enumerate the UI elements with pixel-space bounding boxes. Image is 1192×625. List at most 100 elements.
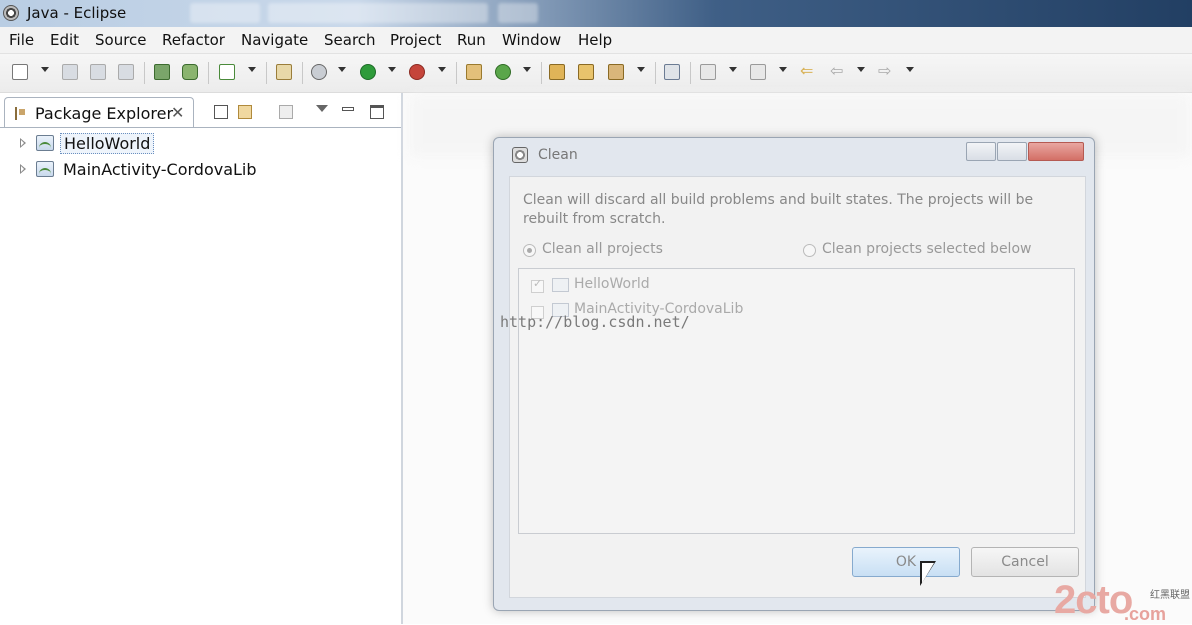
annotation-icon[interactable]: [664, 64, 680, 80]
toolbar-separator: [655, 62, 656, 84]
mouse-cursor-fill: [922, 563, 934, 583]
dialog-description: Clean will discard all build problems an…: [523, 192, 1034, 227]
toolbar-separator: [690, 62, 691, 84]
print-icon[interactable]: [118, 64, 134, 80]
dialog-title: Clean: [538, 147, 578, 163]
task-icon[interactable]: [219, 64, 235, 80]
view-menu-icon[interactable]: [316, 105, 328, 112]
close-icon[interactable]: ✕: [171, 103, 184, 122]
save-icon[interactable]: [62, 64, 78, 80]
radio-clean-all-label[interactable]: Clean all projects: [542, 241, 663, 257]
radio-clean-all[interactable]: [523, 244, 536, 257]
eclipse-icon: [512, 147, 528, 163]
open-folder-icon[interactable]: [549, 64, 565, 80]
menu-project[interactable]: Project: [390, 31, 441, 49]
forward-icon[interactable]: ⇨: [878, 63, 894, 80]
menu-help[interactable]: Help: [578, 31, 612, 49]
menu-run[interactable]: Run: [457, 31, 486, 49]
open-type-icon[interactable]: [276, 64, 292, 80]
toolbar-separator: [208, 62, 209, 84]
refresh-dropdown-icon[interactable]: [523, 67, 531, 72]
menu-edit[interactable]: Edit: [50, 31, 79, 49]
project-checkbox[interactable]: [531, 277, 544, 293]
menu-window[interactable]: Window: [502, 31, 561, 49]
debug-icon[interactable]: [311, 64, 327, 80]
expand-icon[interactable]: [20, 138, 26, 148]
maximize-button[interactable]: [997, 142, 1027, 161]
toolbar-separator: [541, 62, 542, 84]
tree-item-helloworld[interactable]: HelloWorld: [0, 132, 380, 156]
expand-icon[interactable]: [20, 164, 26, 174]
menu-search[interactable]: Search: [324, 31, 376, 49]
project-list[interactable]: HelloWorld MainActivity-CordovaLib: [518, 268, 1075, 534]
back-dropdown-icon[interactable]: [857, 67, 865, 72]
next-annotation-icon[interactable]: [700, 64, 716, 80]
next-annotation-dropdown-icon[interactable]: [729, 67, 737, 72]
back-icon[interactable]: ⇦: [830, 63, 846, 80]
project-icon: [552, 278, 569, 292]
toolbar-separator: [302, 62, 303, 84]
link-with-editor-icon[interactable]: [238, 105, 252, 119]
window-title: Java - Eclipse: [27, 4, 127, 22]
pin-icon[interactable]: [608, 64, 624, 80]
window-titlebar: Java - Eclipse: [0, 0, 1192, 27]
brand-logo-cn: 红黑联盟: [1150, 590, 1190, 601]
tree-item-cordovalib[interactable]: MainActivity-CordovaLib: [0, 158, 380, 182]
minimize-icon[interactable]: [342, 107, 354, 111]
toolbar-separator: [266, 62, 267, 84]
forward-dropdown-icon[interactable]: [906, 67, 914, 72]
tab-package-explorer[interactable]: Package Explorer ✕: [4, 97, 194, 128]
prev-annotation-dropdown-icon[interactable]: [779, 67, 787, 72]
run-icon[interactable]: [360, 64, 376, 80]
menu-source[interactable]: Source: [95, 31, 147, 49]
focus-icon[interactable]: [279, 105, 293, 119]
new-dropdown-icon[interactable]: [41, 67, 49, 72]
package-explorer-view: Package Explorer ✕ HelloWorld MainActivi…: [0, 93, 403, 624]
new-icon[interactable]: [12, 64, 28, 80]
toolbar-separator: [144, 62, 145, 84]
open-file-icon[interactable]: [578, 64, 594, 80]
debug-dropdown-icon[interactable]: [338, 67, 346, 72]
tree-item-label: MainActivity-CordovaLib: [63, 160, 257, 179]
brand-logo-text: 2cto: [1054, 578, 1133, 622]
close-button[interactable]: [1028, 142, 1084, 161]
tree-item-label: HelloWorld: [60, 133, 155, 154]
blurred-tab: [498, 3, 538, 23]
prev-annotation-icon[interactable]: [750, 64, 766, 80]
toolbar-separator: [456, 62, 457, 84]
watermark-url: http://blog.csdn.net/: [500, 313, 690, 331]
menu-navigate[interactable]: Navigate: [241, 31, 308, 49]
package-explorer-icon: [15, 107, 25, 120]
menu-refactor[interactable]: Refactor: [162, 31, 225, 49]
collapse-all-icon[interactable]: [214, 105, 228, 119]
pin-dropdown-icon[interactable]: [637, 67, 645, 72]
last-edit-icon[interactable]: ⇐: [800, 63, 816, 80]
maximize-icon[interactable]: [370, 105, 384, 119]
main-toolbar: ⇐ ⇦ ⇨: [0, 54, 1192, 93]
run-dropdown-icon[interactable]: [388, 67, 396, 72]
clean-dialog: Clean Clean will discard all build probl…: [493, 137, 1095, 611]
dialog-body: Clean will discard all build problems an…: [509, 176, 1086, 598]
task-dropdown-icon[interactable]: [248, 67, 256, 72]
menu-file[interactable]: File: [9, 31, 34, 49]
library-project-icon: [36, 161, 54, 177]
new-class-icon[interactable]: [466, 64, 482, 80]
ok-button[interactable]: OK: [852, 547, 960, 577]
external-tools-icon[interactable]: [409, 64, 425, 80]
minimize-button[interactable]: [966, 142, 996, 161]
export-icon[interactable]: [182, 64, 198, 80]
import-icon[interactable]: [154, 64, 170, 80]
view-header-divider: [0, 127, 401, 128]
eclipse-icon: [3, 5, 19, 21]
cancel-button[interactable]: Cancel: [971, 547, 1079, 577]
radio-clean-selected-label[interactable]: Clean projects selected below: [822, 241, 1031, 257]
project-label: HelloWorld: [574, 276, 650, 292]
menu-bar: File Edit Source Refactor Navigate Searc…: [0, 27, 1192, 54]
radio-clean-selected[interactable]: [803, 244, 816, 257]
brand-logo-suffix: .com: [1124, 604, 1167, 624]
external-tools-dropdown-icon[interactable]: [438, 67, 446, 72]
blurred-tab: [190, 3, 260, 23]
refresh-icon[interactable]: [495, 64, 511, 80]
save-all-icon[interactable]: [90, 64, 106, 80]
blurred-tab: [268, 3, 488, 23]
